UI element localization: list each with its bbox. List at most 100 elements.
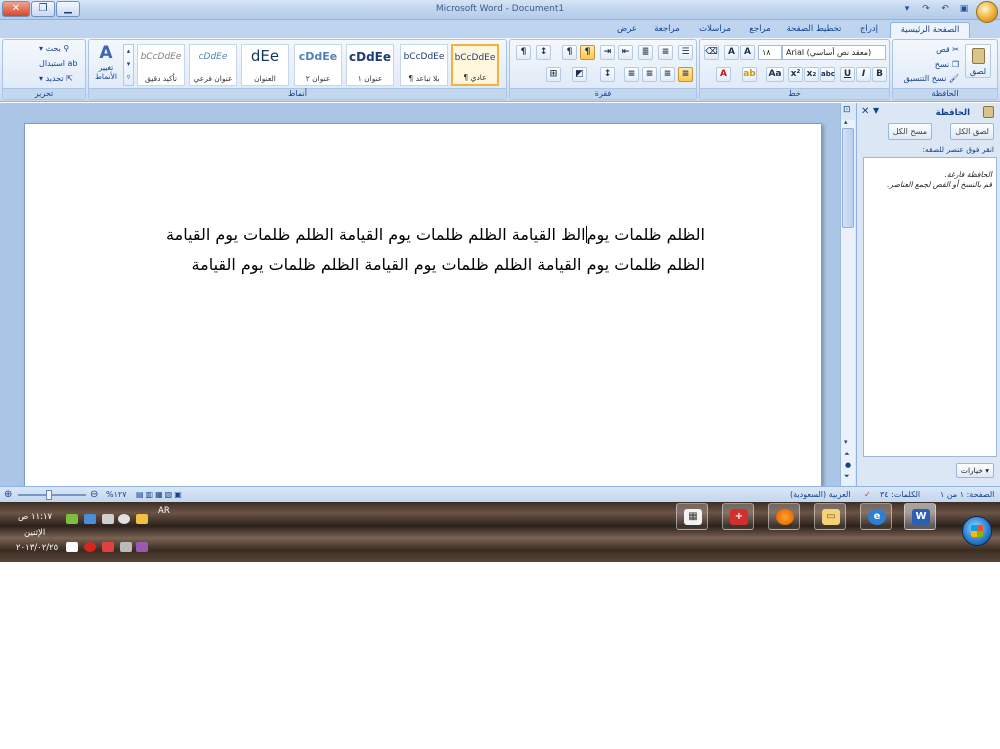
tab-review[interactable]: مراجعة <box>646 22 688 38</box>
zoom-slider-thumb[interactable] <box>46 490 52 500</box>
taskbar-calculator[interactable]: ▦ <box>676 503 708 530</box>
signal-icon[interactable] <box>120 542 132 552</box>
numbering-icon[interactable]: ≡ <box>658 45 673 60</box>
multilevel-list-icon[interactable]: ≣ <box>638 45 653 60</box>
highlight-icon[interactable]: ab <box>742 67 757 82</box>
style-no-spacing[interactable]: bCcDdEe ¶ بلا تباعد <box>400 44 448 86</box>
view-buttons[interactable]: ▤▥▦▧▣ <box>136 487 184 502</box>
align-center-icon[interactable]: ≡ <box>660 67 675 82</box>
volume-icon[interactable] <box>102 542 114 552</box>
taskbar-firefox[interactable] <box>768 503 800 530</box>
tray-app-icon[interactable] <box>84 514 96 524</box>
cut-button[interactable]: قص ✂ <box>936 45 959 54</box>
clipboard-list[interactable]: الحافظة فارغة. قم بالنسخ أو القص لجمع ال… <box>863 157 997 457</box>
styles-gallery-scroll[interactable]: ▴ ▾ ▿ <box>123 44 134 86</box>
zoom-level[interactable]: %١٢٧ <box>106 487 127 502</box>
browse-object-icon[interactable]: ● <box>845 461 851 469</box>
justify-icon[interactable]: ≡ <box>624 67 639 82</box>
bold-icon[interactable]: B <box>872 67 887 82</box>
line-spacing-icon[interactable]: ↕ <box>600 67 615 82</box>
format-painter-button[interactable]: نسخ التنسيق 🖌 <box>904 74 959 83</box>
update-icon[interactable] <box>136 514 148 524</box>
style-subtle-emphasis[interactable]: bCcDdEe تأكيد دقيق <box>137 44 185 86</box>
word-count[interactable]: الكلمات: ٣٤ <box>880 487 920 502</box>
style-normal[interactable]: bCcDdEe ¶ عادي <box>451 44 499 86</box>
style-subtitle[interactable]: cDdEe عنوان فرعي <box>189 44 237 86</box>
font-color-icon[interactable]: A <box>716 67 731 82</box>
copy-button[interactable]: نسخ ❐ <box>935 60 959 69</box>
borders-icon[interactable]: ⊞ <box>546 67 561 82</box>
select-button[interactable]: ▾ تحديد ⇱ <box>39 74 73 83</box>
office-button[interactable] <box>976 1 998 23</box>
scrollbar-thumb[interactable] <box>842 128 854 228</box>
scroll-down-icon[interactable]: ▾ <box>844 438 848 446</box>
taskbar-explorer[interactable]: ▭ <box>814 503 846 530</box>
superscript-icon[interactable]: x² <box>788 67 803 82</box>
security-icon[interactable] <box>84 542 96 552</box>
subscript-icon[interactable]: x₂ <box>804 67 819 82</box>
tab-home[interactable]: الصفحة الرئيسية <box>890 22 970 38</box>
close-icon[interactable]: ✕ <box>861 106 869 117</box>
clear-format-icon[interactable]: ⌫ <box>704 45 719 60</box>
tab-page-layout[interactable]: تخطيط الصفحة <box>780 22 848 38</box>
zoom-in-icon[interactable]: ⊕ <box>4 487 12 502</box>
font-face-select[interactable]: Arial (معقد نص أساسي) <box>782 45 886 60</box>
paste-all-button[interactable]: لصق الكل <box>950 123 994 140</box>
change-case-icon[interactable]: Aa <box>766 67 784 82</box>
tray-extra-icon[interactable] <box>136 542 148 552</box>
sort-icon[interactable]: ↕ <box>536 45 551 60</box>
decrease-indent-icon[interactable]: ⇤ <box>618 45 633 60</box>
zoom-slider[interactable] <box>18 494 86 496</box>
font-size-select[interactable]: ١٨ <box>758 45 782 60</box>
prev-page-icon[interactable]: ⏶ <box>844 450 850 459</box>
shrink-font-icon[interactable]: A <box>724 45 739 60</box>
ruler-toggle-icon[interactable]: ⊡ <box>843 105 851 115</box>
taskbar-health-app[interactable]: + <box>722 503 754 530</box>
antivirus-icon[interactable] <box>118 514 130 524</box>
clock-date[interactable]: ٢٠١٣/٠٢/٢٥ <box>16 543 58 553</box>
redo-icon[interactable]: ↷ <box>918 2 934 17</box>
input-language[interactable]: AR <box>158 506 170 516</box>
pane-menu-icon[interactable]: ▼ <box>873 106 879 115</box>
document-page[interactable]: الظلم ظلمات يومالظ القيامة الظلم ظلمات ي… <box>24 123 822 493</box>
style-title[interactable]: dEe العنوان <box>241 44 289 86</box>
strikethrough-icon[interactable]: abc <box>820 67 835 82</box>
style-heading-1[interactable]: cDdEe عنوان ١ <box>346 44 394 86</box>
align-right-icon[interactable]: ≡ <box>678 67 693 82</box>
style-heading-2[interactable]: cDdEe عنوان ٢ <box>294 44 342 86</box>
zoom-out-icon[interactable]: ⊖ <box>90 487 98 502</box>
clock-day[interactable]: الإثنين <box>24 528 45 538</box>
taskbar-internet-explorer[interactable]: e <box>860 503 892 530</box>
bullets-icon[interactable]: ☰ <box>678 45 693 60</box>
action-center-icon[interactable] <box>66 542 78 552</box>
save-icon[interactable]: ▣ <box>956 2 972 17</box>
paste-button[interactable]: لصق <box>965 44 991 78</box>
increase-indent-icon[interactable]: ⇥ <box>600 45 615 60</box>
grow-font-icon[interactable]: A <box>740 45 755 60</box>
network-icon[interactable] <box>66 514 78 524</box>
show-marks-icon[interactable]: ¶ <box>516 45 531 60</box>
language-status[interactable]: العربية (السعودية) <box>790 487 851 502</box>
tab-view[interactable]: عرض <box>610 22 644 38</box>
ltr-direction-icon[interactable]: ¶ <box>562 45 577 60</box>
find-button[interactable]: ▾ بحث ⚲ <box>39 44 69 53</box>
taskbar-word[interactable]: W <box>904 503 936 530</box>
options-button[interactable]: خيارات ▾ <box>955 463 994 478</box>
replace-button[interactable]: استبدال ab <box>39 59 78 68</box>
vertical-scrollbar[interactable]: ▴ ▾ ⏶ ● ⏷ <box>841 118 855 486</box>
clear-all-button[interactable]: مسح الكل <box>887 123 932 140</box>
tab-insert[interactable]: إدراج <box>850 22 888 38</box>
change-styles-button[interactable]: A تغيير الأنماط <box>91 43 121 87</box>
rtl-direction-icon[interactable]: ¶ <box>580 45 595 60</box>
scroll-up-icon[interactable]: ▴ <box>844 118 848 126</box>
start-button[interactable] <box>962 516 992 546</box>
clock-time[interactable]: ١١:١٧ ص <box>18 512 52 522</box>
shading-icon[interactable]: ◩ <box>572 67 587 82</box>
document-body[interactable]: الظلم ظلمات يومالظ القيامة الظلم ظلمات ي… <box>145 220 705 280</box>
underline-icon[interactable]: U <box>840 67 855 82</box>
undo-icon[interactable]: ↶ <box>937 2 953 17</box>
italic-icon[interactable]: I <box>856 67 871 82</box>
proofing-icon[interactable]: ✓ <box>864 487 871 502</box>
next-page-icon[interactable]: ⏷ <box>844 472 850 481</box>
tab-mailings[interactable]: مراسلات <box>690 22 740 38</box>
